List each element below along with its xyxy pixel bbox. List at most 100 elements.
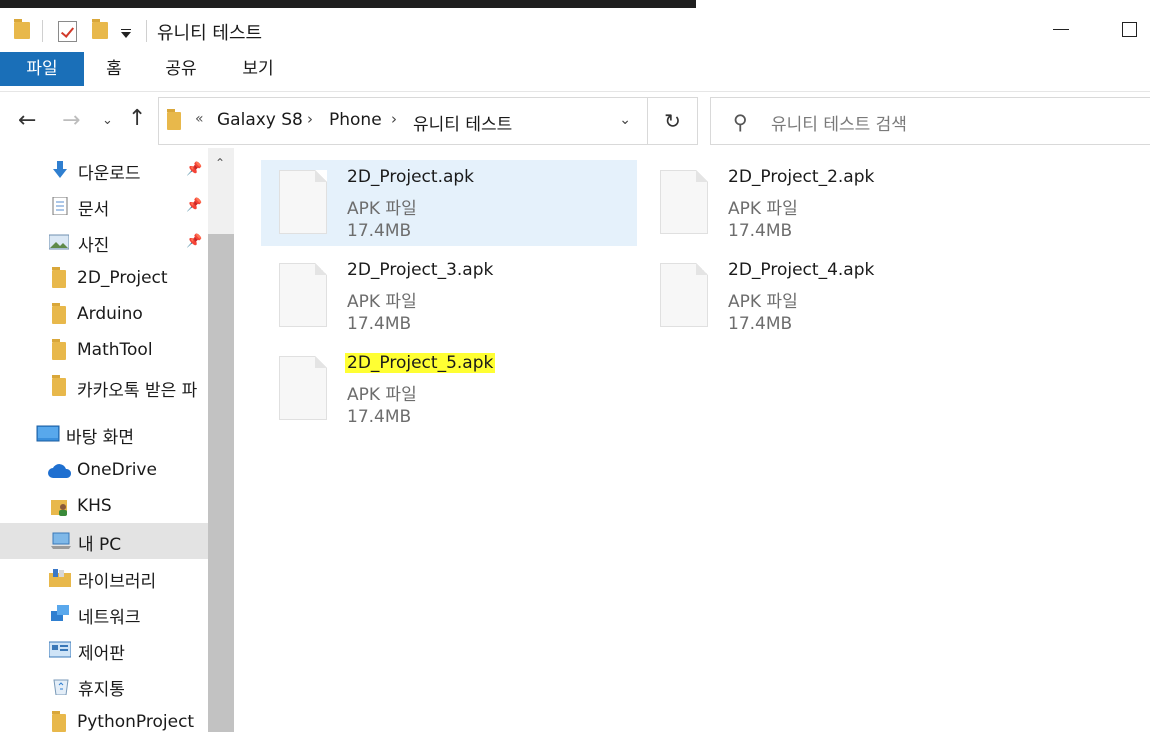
folder-icon [52,303,66,324]
maximize-button[interactable] [1122,22,1137,37]
breadcrumb-overflow-icon[interactable]: « [195,111,204,127]
properties-check-icon[interactable] [58,21,77,42]
background-window-dark [0,0,696,8]
nav-item-documents[interactable]: 문서 📌 [0,188,208,224]
up-arrow-icon[interactable]: ↑ [128,108,146,130]
file-tile[interactable]: 2D_Project.apk APK 파일 17.4MB [261,160,637,246]
nav-item-label: 라이브러리 [78,572,157,592]
refresh-button[interactable]: ↻ [648,97,698,145]
nav-item-label: PythonProject [77,712,195,732]
file-size: 17.4MB [347,314,412,334]
nav-item-label: 카카오톡 받은 파 [77,381,198,401]
nav-item-arduino[interactable]: Arduino [0,297,208,333]
file-type: APK 파일 [347,385,417,405]
nav-item-label: 바탕 화면 [66,428,134,448]
nav-item-network[interactable]: 네트워크 [0,596,208,632]
file-icon [660,263,708,327]
file-tile[interactable]: 2D_Project_5.apk APK 파일 17.4MB [261,346,637,432]
recent-locations-chevron-icon[interactable]: ⌄ [102,113,113,128]
nav-item-label: Arduino [77,304,143,324]
nav-item-libraries[interactable]: 라이브러리 [0,560,208,596]
address-dropdown-chevron-icon[interactable]: ⌄ [619,112,631,128]
nav-item-label: 2D_Project [77,268,168,288]
scrollbar-thumb[interactable] [208,234,234,732]
nav-item-label: 문서 [78,200,110,220]
back-arrow-icon[interactable]: ← [18,110,36,132]
folder-icon [14,19,30,39]
nav-pane-scrollbar[interactable]: ⌃ [208,148,234,732]
nav-item-downloads[interactable]: 다운로드 📌 [0,152,208,188]
folder-icon [52,375,66,396]
minimize-button[interactable] [1053,29,1069,30]
breadcrumb-current-folder[interactable]: 유니티 테스트 [413,110,512,135]
breadcrumb-separator-icon[interactable]: › [391,110,397,128]
customize-toolbar-dropdown-icon[interactable] [121,29,131,38]
nav-item-control-panel[interactable]: 제어판 [0,632,208,668]
nav-item-recycle-bin[interactable]: 휴지통 [0,668,208,704]
document-icon [52,197,68,215]
nav-item-pictures[interactable]: 사진 📌 [0,224,208,260]
file-icon [279,356,327,420]
nav-item-onedrive[interactable]: OneDrive [0,453,208,489]
breadcrumb-phone[interactable]: Phone [329,110,382,130]
file-type: APK 파일 [347,292,417,312]
pin-icon[interactable]: 📌 [186,162,202,177]
nav-item-label: OneDrive [77,460,157,480]
file-icon [279,170,327,234]
network-icon [51,605,69,621]
file-name-highlighted: 2D_Project_5.apk [345,353,496,373]
pin-icon[interactable]: 📌 [186,198,202,213]
nav-item-mathtool[interactable]: MathTool [0,333,208,369]
breadcrumb-galaxy-s8[interactable]: Galaxy S8 [217,110,303,130]
toolbar-divider [146,20,147,42]
file-size: 17.4MB [347,407,412,427]
breadcrumb-separator-icon[interactable]: › [307,110,313,128]
folder-icon [167,109,181,130]
computer-icon [51,532,71,549]
new-folder-icon[interactable] [92,19,108,39]
user-folder-icon [51,500,67,516]
folder-icon [52,339,66,360]
scroll-up-chevron-icon[interactable]: ⌃ [215,156,225,170]
forward-arrow-icon[interactable]: → [62,110,80,132]
nav-item-label: 휴지통 [78,680,125,700]
address-bar[interactable]: « Galaxy S8 › Phone › 유니티 테스트 ⌄ [158,97,648,145]
pictures-icon [49,234,69,250]
file-name: 2D_Project_3.apk [347,260,494,280]
search-box[interactable]: ⚲ 유니티 테스트 검색 [710,97,1150,145]
search-input[interactable]: 유니티 테스트 검색 [771,110,907,135]
nav-item-2d-project[interactable]: 2D_Project [0,261,208,297]
nav-item-khs[interactable]: KHS [0,489,208,525]
nav-item-label: 다운로드 [78,164,141,184]
control-panel-icon [49,641,71,658]
download-arrow-icon [53,161,67,178]
file-tile[interactable]: 2D_Project_4.apk APK 파일 17.4MB [642,253,1018,339]
desktop-icon [36,425,60,442]
nav-item-this-pc[interactable]: 내 PC [0,523,208,559]
nav-item-label: 내 PC [78,535,122,555]
nav-item-desktop[interactable]: 바탕 화면 [0,416,208,452]
file-type: APK 파일 [347,199,417,219]
nav-item-label: 사진 [78,236,110,256]
pin-icon[interactable]: 📌 [186,234,202,249]
file-list-pane: 2D_Project.apk APK 파일 17.4MB 2D_Project_… [234,148,1150,732]
file-name: 2D_Project_2.apk [728,167,875,187]
file-type: APK 파일 [728,199,798,219]
nav-item-label: 제어판 [78,644,125,664]
tab-home[interactable]: 홈 [96,52,132,86]
navigation-pane: 다운로드 📌 문서 📌 사진 📌 2D_Project Arduino Math… [0,148,234,732]
nav-item-label: 네트워크 [78,608,141,628]
navigation-bar: ← → ⌄ ↑ « Galaxy S8 › Phone › 유니티 테스트 ⌄ … [0,96,1150,146]
file-tile[interactable]: 2D_Project_2.apk APK 파일 17.4MB [642,160,1018,246]
recycle-bin-icon [53,679,69,695]
file-name: 2D_Project_4.apk [728,260,875,280]
nav-item-kakaotalk-received[interactable]: 카카오톡 받은 파 [0,369,208,405]
tab-share[interactable]: 공유 [158,52,204,86]
nav-item-pythonproject[interactable]: PythonProject [0,705,208,732]
nav-item-label: MathTool [77,340,153,360]
file-tile[interactable]: 2D_Project_3.apk APK 파일 17.4MB [261,253,637,339]
search-icon: ⚲ [733,110,748,134]
folder-icon [52,267,66,288]
tab-view[interactable]: 보기 [234,52,282,86]
tab-file[interactable]: 파일 [0,52,84,86]
